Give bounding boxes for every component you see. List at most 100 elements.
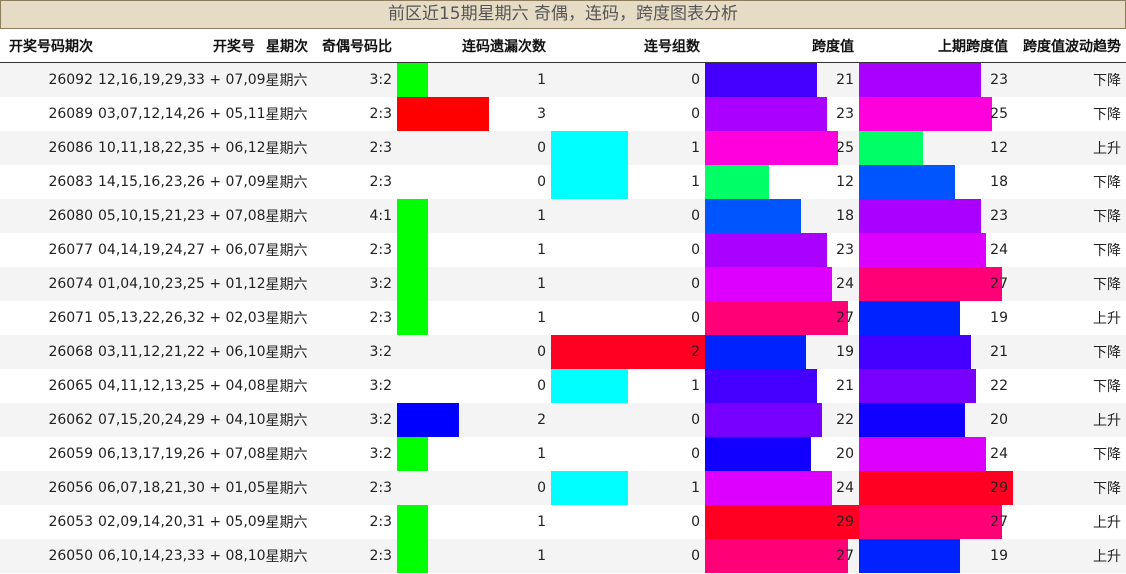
miss-cell: 3 [397, 97, 551, 131]
weekday-cell: 星期六 [260, 505, 313, 539]
span-cell: 23 [705, 97, 859, 131]
groups-cell: 0 [551, 505, 705, 539]
weekday-cell: 星期六 [260, 131, 313, 165]
numbers-cell: 14,15,16,23,26 + 07,09 [98, 165, 266, 199]
weekday-cell: 星期六 [260, 403, 313, 437]
miss-bar [397, 301, 428, 335]
span-cell: 25 [705, 131, 859, 165]
span-bar [705, 131, 838, 165]
table-row: 26068 03,11,12,21,22 + 06,10 星期六 3:2 0 2 19 21 下… [0, 335, 1126, 369]
span-bar [705, 437, 812, 471]
groups-cell: 0 [551, 403, 705, 437]
span-value: 20 [836, 446, 854, 462]
header-group-count: 连号组数 [551, 29, 705, 63]
miss-bar [397, 437, 428, 471]
span-cell: 18 [705, 199, 859, 233]
issue-cell: 26077 [0, 233, 98, 267]
miss-value: 0 [537, 378, 546, 394]
table-row: 26053 02,09,14,20,31 + 05,09 星期六 2:3 1 0 29 27 上… [0, 505, 1126, 539]
issue-cell: 26089 [0, 97, 98, 131]
weekday-cell: 星期六 [260, 369, 313, 403]
span-value: 24 [836, 480, 854, 496]
numbers-cell: 02,09,14,20,31 + 05,09 [98, 505, 266, 539]
weekday-cell: 星期六 [260, 437, 313, 471]
header-issue: 开奖号码期次 [0, 29, 98, 63]
prev-span-cell: 18 [859, 165, 1013, 199]
groups-bar [551, 471, 628, 505]
miss-bar [397, 199, 428, 233]
table-row: 26065 04,11,12,13,25 + 04,08 星期六 3:2 0 1 21 22 下… [0, 369, 1126, 403]
prev-span-cell: 19 [859, 301, 1013, 335]
groups-value: 0 [691, 446, 700, 462]
span-value: 18 [836, 208, 854, 224]
weekday-cell: 星期六 [260, 233, 313, 267]
miss-cell: 1 [397, 233, 551, 267]
prev-span-value: 24 [990, 446, 1008, 462]
prev-span-cell: 29 [859, 471, 1013, 505]
trend-cell: 下降 [1013, 199, 1126, 233]
span-cell: 19 [705, 335, 859, 369]
weekday-cell: 星期六 [260, 97, 313, 131]
prev-span-bar [859, 267, 1003, 301]
header-trend: 跨度值波动趋势 [1013, 29, 1126, 63]
table-row: 26050 06,10,14,23,33 + 08,10 星期六 2:3 1 0 27 19 上… [0, 539, 1126, 573]
issue-cell: 26074 [0, 267, 98, 301]
span-bar [705, 403, 822, 437]
miss-bar [397, 233, 428, 267]
groups-cell: 0 [551, 97, 705, 131]
prev-span-value: 19 [990, 548, 1008, 564]
groups-bar [551, 335, 705, 369]
span-cell: 24 [705, 471, 859, 505]
prev-span-cell: 27 [859, 505, 1013, 539]
numbers-cell: 01,04,10,23,25 + 01,12 [98, 267, 266, 301]
prev-span-value: 18 [990, 174, 1008, 190]
groups-value: 1 [691, 378, 700, 394]
prev-span-cell: 21 [859, 335, 1013, 369]
prev-span-cell: 12 [859, 131, 1013, 165]
header-weekday: 星期次 [260, 29, 313, 63]
miss-bar [397, 267, 428, 301]
odd-even-cell: 2:3 [313, 131, 397, 165]
numbers-cell: 03,11,12,21,22 + 06,10 [98, 335, 266, 369]
miss-value: 1 [537, 548, 546, 564]
miss-value: 0 [537, 480, 546, 496]
weekday-cell: 星期六 [260, 335, 313, 369]
issue-cell: 26053 [0, 505, 98, 539]
groups-value: 0 [691, 208, 700, 224]
numbers-cell: 04,11,12,13,25 + 04,08 [98, 369, 266, 403]
issue-cell: 26071 [0, 301, 98, 335]
prev-span-value: 20 [990, 412, 1008, 428]
groups-cell: 0 [551, 267, 705, 301]
miss-cell: 0 [397, 335, 551, 369]
trend-cell: 下降 [1013, 437, 1126, 471]
miss-cell: 1 [397, 505, 551, 539]
issue-cell: 26092 [0, 62, 98, 97]
issue-cell: 26059 [0, 437, 98, 471]
span-bar [705, 97, 828, 131]
prev-span-bar [859, 165, 955, 199]
miss-cell: 0 [397, 369, 551, 403]
numbers-cell: 10,11,18,22,35 + 06,12 [98, 131, 266, 165]
miss-value: 1 [537, 72, 546, 88]
miss-bar [397, 505, 428, 539]
span-cell: 12 [705, 165, 859, 199]
span-cell: 29 [705, 505, 859, 539]
trend-cell: 下降 [1013, 165, 1126, 199]
groups-value: 0 [691, 242, 700, 258]
groups-bar [551, 131, 628, 165]
issue-cell: 26080 [0, 199, 98, 233]
weekday-cell: 星期六 [260, 165, 313, 199]
table-row: 26077 04,14,19,24,27 + 06,07 星期六 2:3 1 0 23 24 下… [0, 233, 1126, 267]
span-cell: 27 [705, 301, 859, 335]
prev-span-bar [859, 369, 976, 403]
span-bar [705, 539, 849, 573]
table-row: 26059 06,13,17,19,26 + 07,08 星期六 3:2 1 0 20 24 下… [0, 437, 1126, 471]
weekday-cell: 星期六 [260, 301, 313, 335]
odd-even-cell: 3:2 [313, 403, 397, 437]
prev-span-bar [859, 335, 971, 369]
trend-cell: 下降 [1013, 335, 1126, 369]
prev-span-bar [859, 505, 1003, 539]
prev-span-cell: 27 [859, 267, 1013, 301]
groups-cell: 2 [551, 335, 705, 369]
groups-cell: 0 [551, 437, 705, 471]
